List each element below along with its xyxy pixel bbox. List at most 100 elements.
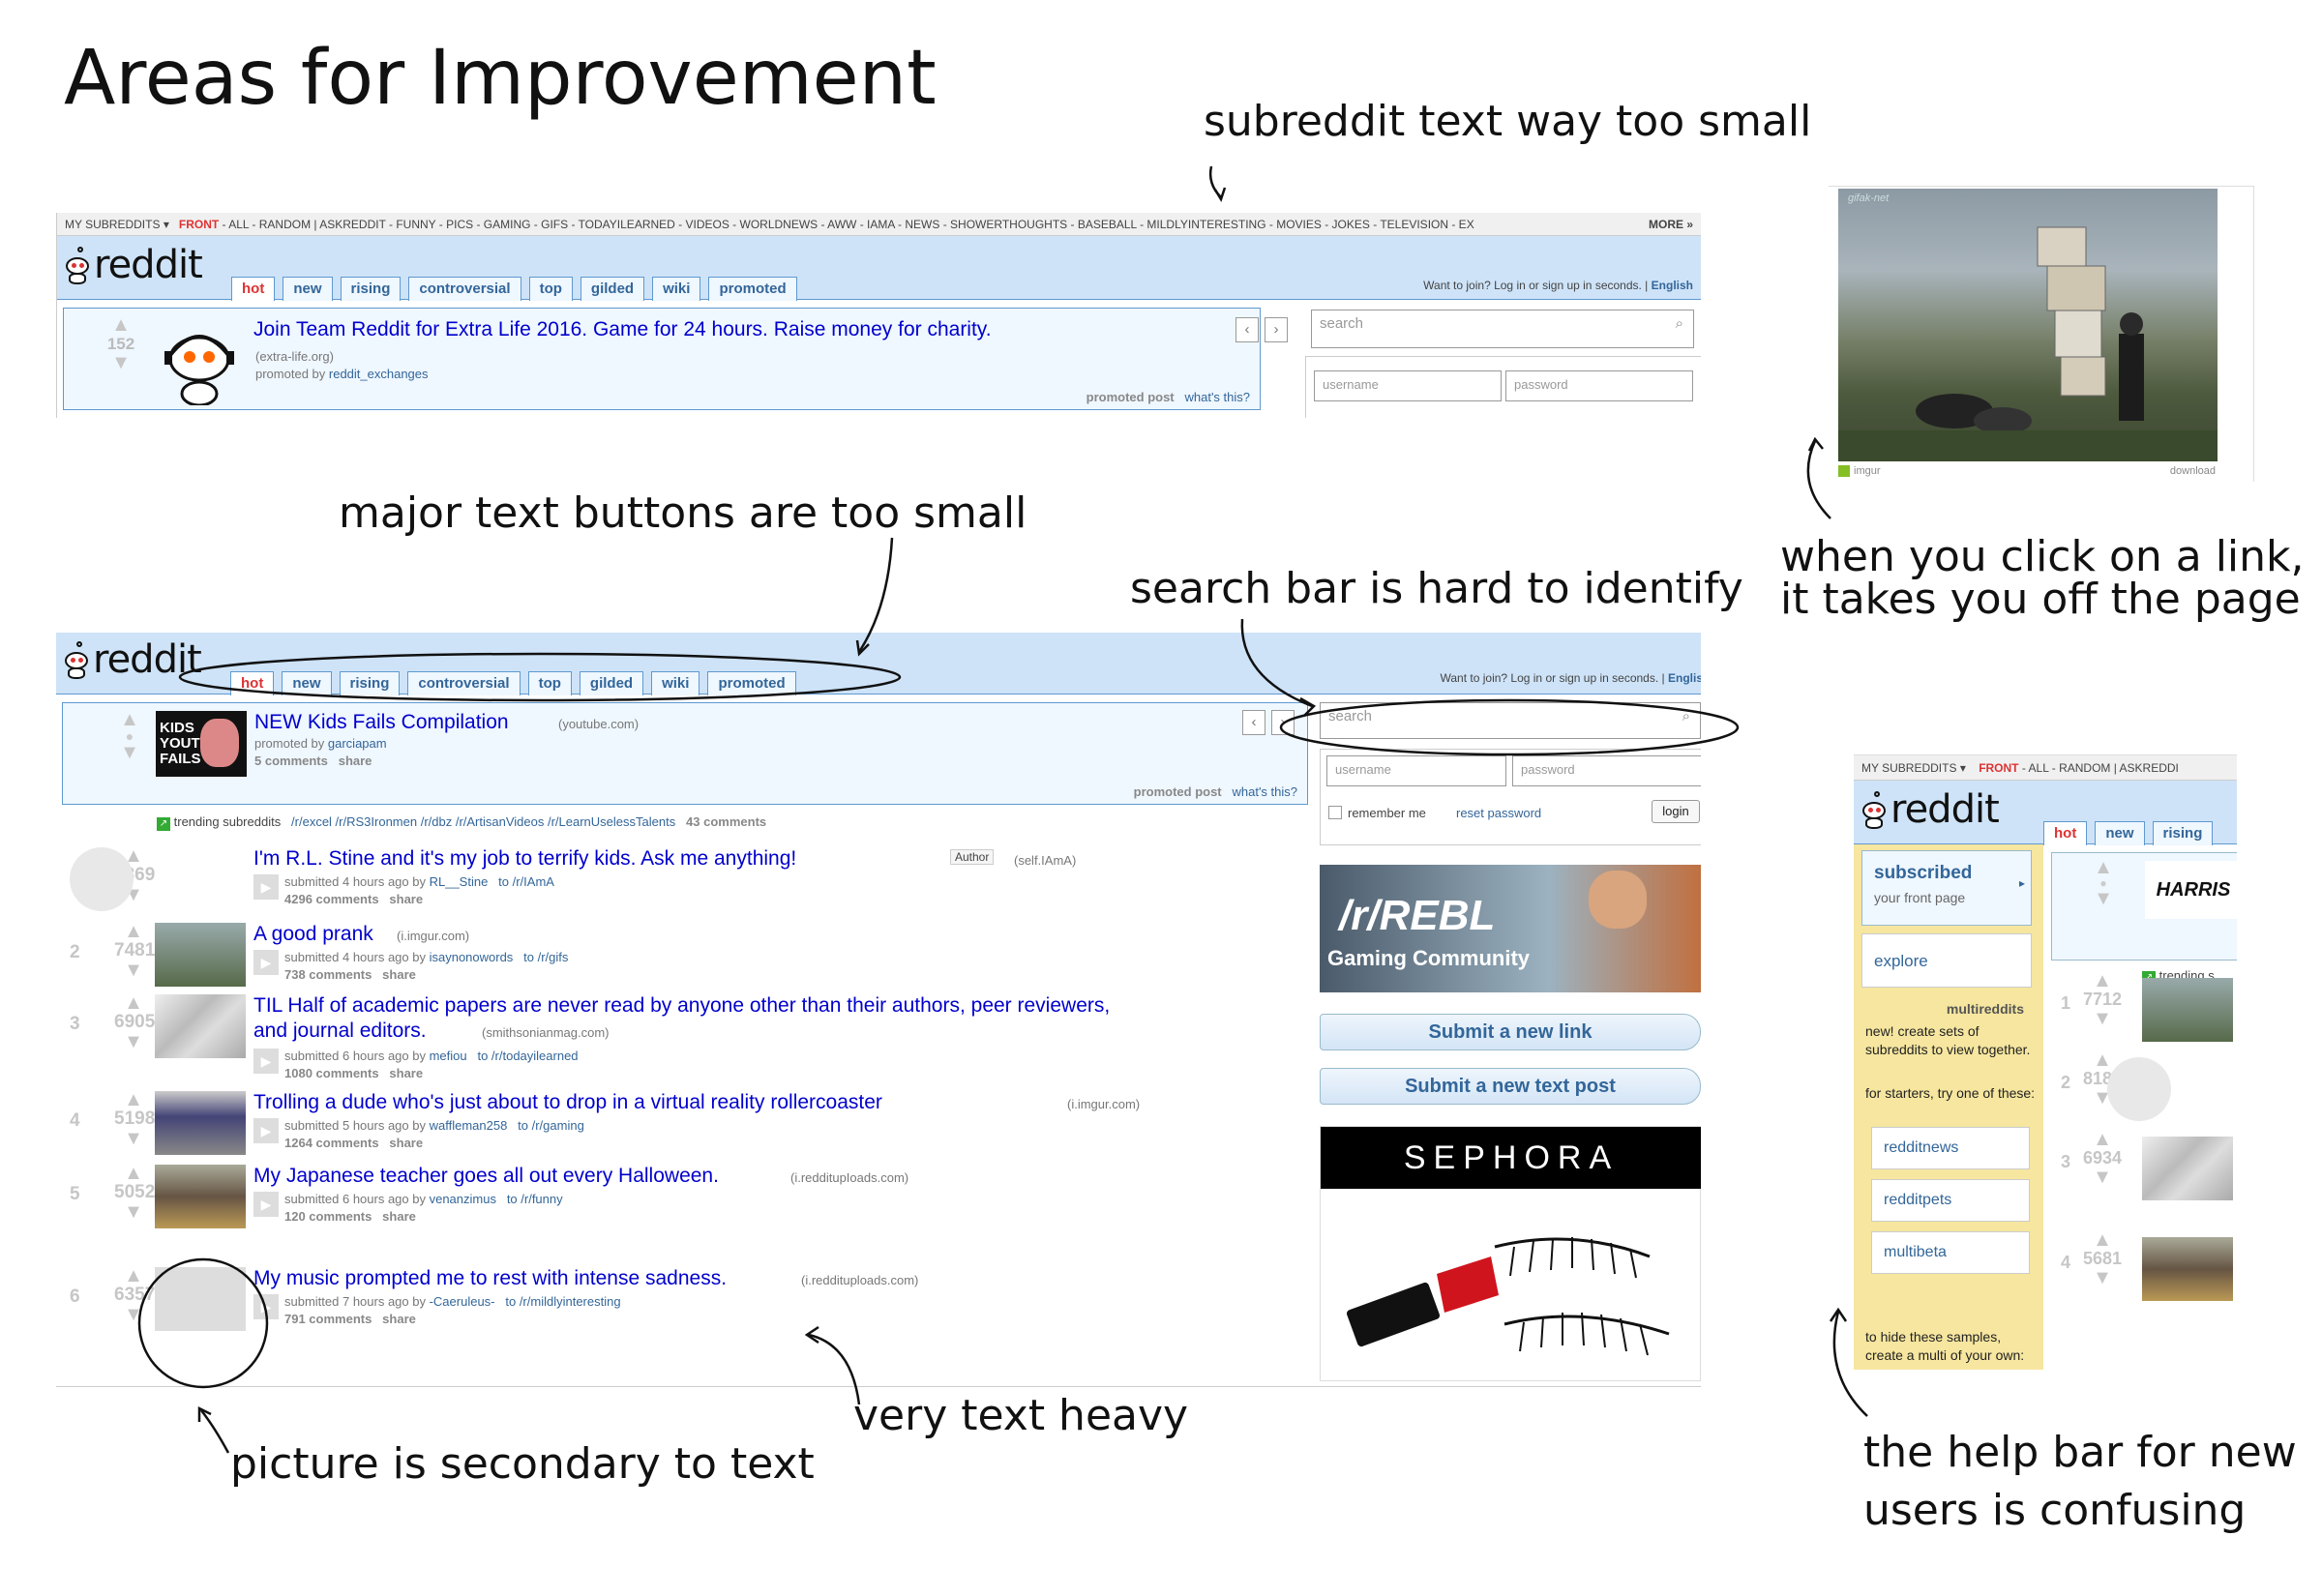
search-icon[interactable]: ⌕ [1682,707,1690,726]
imgur-source-link[interactable]: imgur [1854,465,1881,477]
downvote-icon[interactable]: ▼ [104,353,137,372]
tab-wiki[interactable]: wiki [651,671,700,695]
username-field[interactable]: username [1326,755,1506,786]
post-author-link[interactable]: venanzimus [430,1192,496,1206]
expando-icon[interactable]: ▶ [253,1049,279,1074]
promo-domain[interactable]: (extra-life.org) [255,349,334,364]
post-thumbnail[interactable] [155,923,246,987]
search-icon[interactable]: ⌕ [1676,314,1683,334]
expando-icon[interactable]: ▶ [253,1192,279,1217]
password-field[interactable]: password [1505,370,1693,401]
comments-link[interactable]: 738 comments [284,967,372,982]
promo-title-link[interactable]: NEW Kids Fails Compilation [254,711,509,734]
tab-new[interactable]: new [283,277,333,301]
tab-top[interactable]: top [527,671,572,695]
upvote-icon[interactable]: ▲ [2078,971,2127,990]
share-link[interactable]: share [339,754,372,768]
post-subreddit-link[interactable]: to /r/gaming [518,1118,584,1133]
expando-icon[interactable]: ▶ [253,1294,279,1319]
post-title-link[interactable]: My Japanese teacher goes all out every H… [253,1165,719,1188]
post-author-link[interactable]: waffleman258 [430,1118,508,1133]
comments-link[interactable]: 1080 comments [284,1066,379,1080]
submit-link-button[interactable]: Submit a new link [1320,1014,1701,1050]
post-thumbnail[interactable] [2107,1057,2171,1121]
post-domain[interactable]: (self.IAmA) [1014,853,1076,868]
expando-icon[interactable]: ▶ [253,1118,279,1143]
post-thumbnail[interactable] [2142,978,2233,1042]
prev-promo-button[interactable]: ‹ [1235,317,1259,342]
comments-link[interactable]: 1264 comments [284,1136,379,1150]
subscribed-tab[interactable]: subscribed your front page ▸ [1861,850,2032,926]
share-link[interactable]: share [389,892,423,906]
downvote-icon[interactable]: ▼ [114,1305,153,1324]
harris-ad-logo[interactable]: HARRIS [2145,861,2237,919]
upvote-icon[interactable]: ▲ [2087,858,2120,877]
tab-gilded[interactable]: gilded [580,277,645,301]
post-title-link[interactable]: A good prank [253,923,373,946]
more-subreddits-link[interactable]: MORE » [1642,213,1693,235]
next-promo-button[interactable]: › [1271,710,1295,735]
post-thumbnail[interactable] [155,994,246,1058]
join-text[interactable]: Want to join? Log in or sign up in secon… [1440,671,1664,685]
promo-domain[interactable]: (youtube.com) [558,717,639,731]
post-domain[interactable]: (i.imgur.com) [1067,1097,1140,1111]
post-thumbnail[interactable] [155,1091,246,1155]
explore-tab[interactable]: explore [1861,933,2032,988]
tab-rising[interactable]: rising [340,277,402,301]
tab-wiki[interactable]: wiki [652,277,701,301]
post-author-link[interactable]: isaynonowords [430,950,514,964]
download-link[interactable]: download [2170,465,2216,477]
tab-hot[interactable]: hot [230,671,275,695]
trending-comments-link[interactable]: 43 comments [686,814,766,829]
post-title-link[interactable]: Trolling a dude who's just about to drop… [253,1091,882,1114]
post-subreddit-link[interactable]: to /r/IAmA [498,874,554,889]
tab-controversial[interactable]: controversial [407,671,521,695]
tab-controversial[interactable]: controversial [408,277,521,301]
post-thumbnail[interactable] [70,847,134,911]
tab-gilded[interactable]: gilded [579,671,644,695]
post-subreddit-link[interactable]: to /r/gifs [523,950,568,964]
downvote-icon[interactable]: ▼ [2078,1009,2127,1028]
imgur-image[interactable]: gifak-net [1838,189,2218,461]
post-title-link[interactable]: and journal editors. [253,1020,427,1043]
subreddit-front-link[interactable]: FRONT [1979,761,2018,775]
reddit-logo[interactable]: reddit [63,246,203,284]
upvote-icon[interactable]: ▲ [113,710,146,729]
share-link[interactable]: share [382,1312,416,1326]
upvote-icon[interactable]: ▲ [104,315,137,335]
downvote-icon[interactable]: ▼ [113,743,146,762]
submit-text-button[interactable]: Submit a new text post [1320,1068,1701,1105]
upvote-icon[interactable]: ▲ [114,1164,153,1183]
my-subreddits-menu[interactable]: MY SUBREDDITS [65,218,160,231]
post-title-link[interactable]: TIL Half of academic papers are never re… [253,994,1110,1018]
sample-multireddit-redditnews[interactable]: redditnews [1871,1127,2030,1169]
post-domain[interactable]: (i.redditupIoads.com) [790,1170,908,1185]
post-subreddit-link[interactable]: to /r/todayilearned [477,1049,578,1063]
downvote-icon[interactable]: ▼ [2078,1268,2127,1287]
username-field[interactable]: username [1314,370,1502,401]
my-subreddits-menu[interactable]: MY SUBREDDITS [1861,761,1956,775]
comments-link[interactable]: 120 comments [284,1209,372,1224]
comments-link[interactable]: 4296 comments [284,892,379,906]
password-field[interactable]: password [1512,755,1701,786]
comments-link[interactable]: 5 comments [254,754,328,768]
post-domain[interactable]: (i.reddituploads.com) [801,1273,918,1287]
whats-this-link[interactable]: what's this? [1232,784,1297,799]
prev-promo-button[interactable]: ‹ [1242,710,1265,735]
post-subreddit-link[interactable]: to /r/mildlyinteresting [505,1294,620,1309]
upvote-icon[interactable]: ▲ [114,1090,153,1109]
share-link[interactable]: share [389,1066,423,1080]
language-link[interactable]: Englis [1668,671,1701,685]
comments-link[interactable]: 791 comments [284,1312,372,1326]
post-thumbnail[interactable] [155,1165,246,1228]
upvote-icon[interactable]: ▲ [2078,1230,2127,1250]
post-author-link[interactable]: RL__Stine [430,874,489,889]
downvote-icon[interactable]: ▼ [114,961,153,980]
post-thumbnail[interactable] [155,1267,246,1331]
upvote-icon[interactable]: ▲ [114,1266,153,1286]
post-author-link[interactable]: mefiou [430,1049,467,1063]
promo-title-link[interactable]: Join Team Reddit for Extra Life 2016. Ga… [253,318,992,341]
sample-multireddit-multibeta[interactable]: multibeta [1871,1231,2030,1274]
downvote-icon[interactable]: ▼ [114,1202,153,1222]
upvote-icon[interactable]: ▲ [114,993,153,1013]
